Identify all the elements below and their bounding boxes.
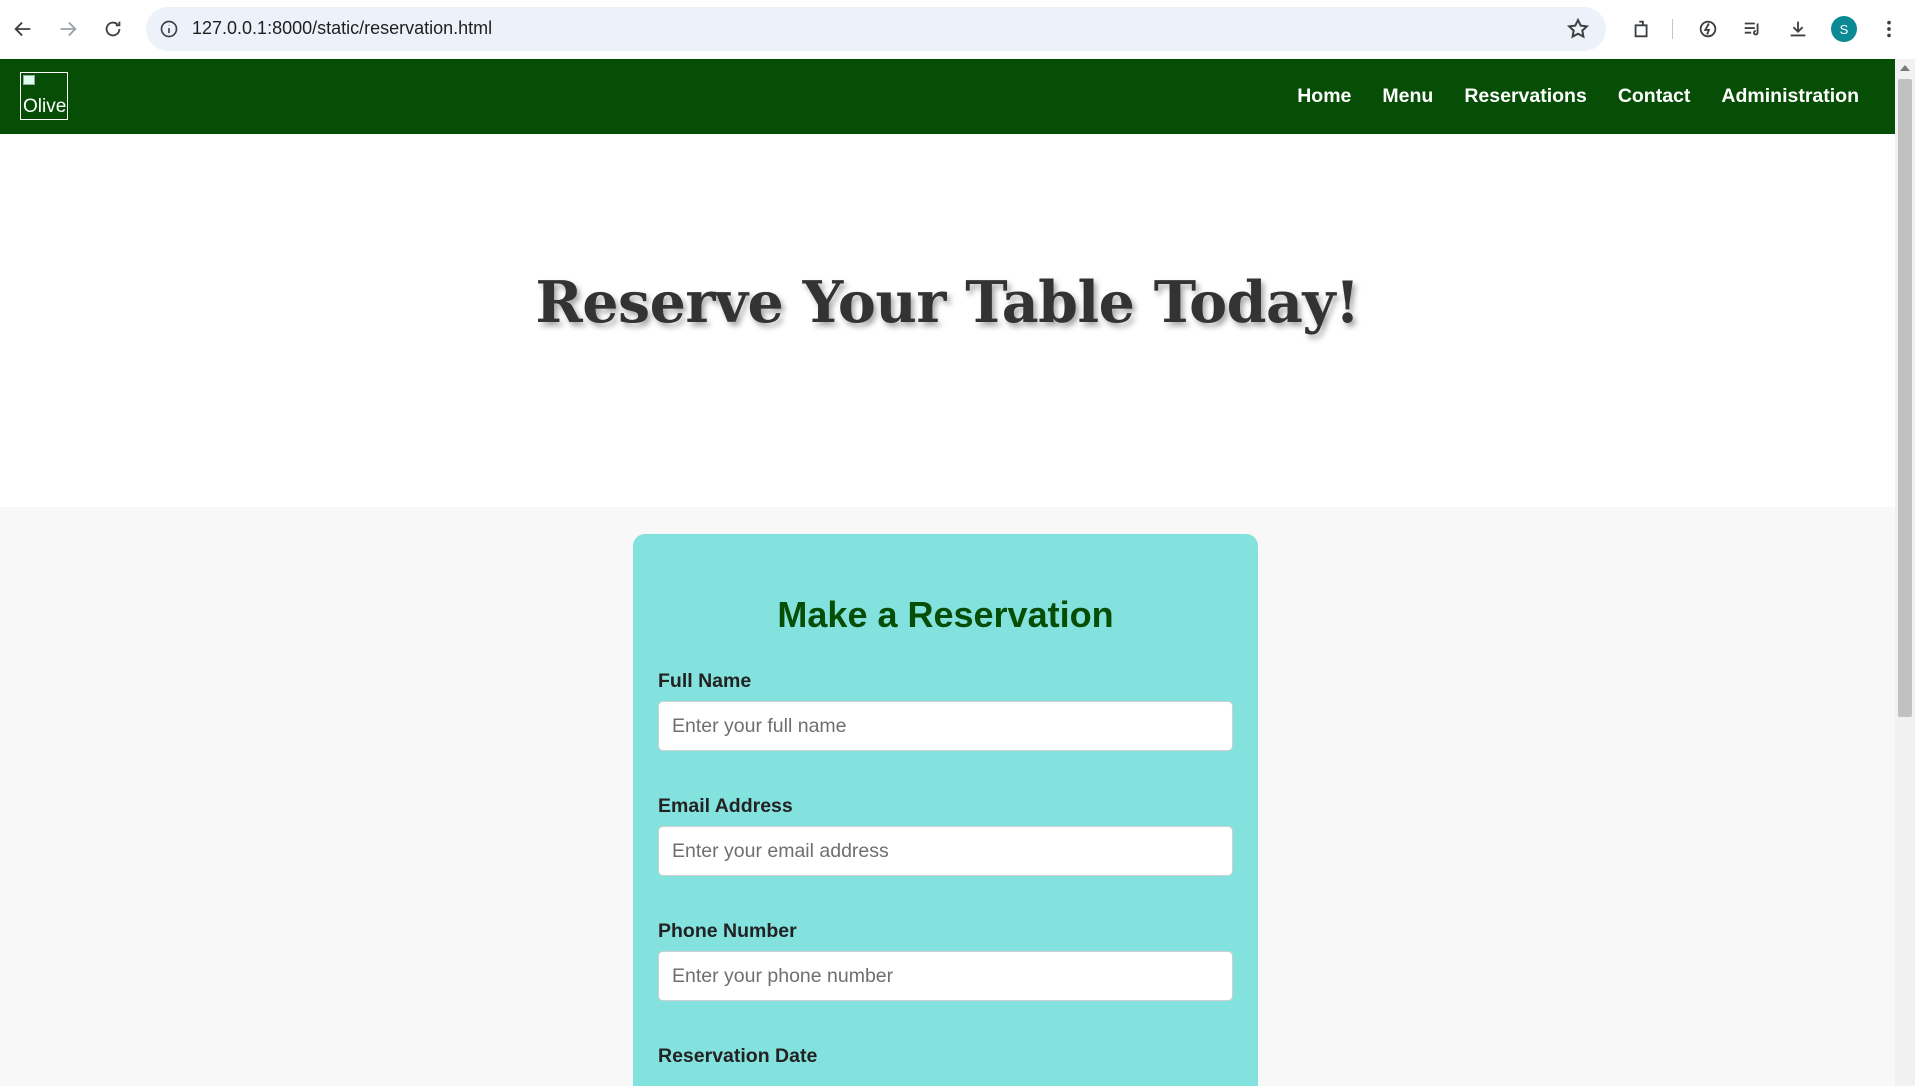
reservation-form-card: Make a Reservation Full Name Email Addre… — [633, 534, 1258, 1086]
nav-menu[interactable]: Menu — [1382, 85, 1433, 108]
address-bar[interactable]: 127.0.0.1:8000/static/reservation.html — [146, 7, 1606, 51]
site-header: Olive Home Menu Reservations Contact Adm… — [0, 59, 1895, 134]
toolbar-separator — [1672, 19, 1673, 39]
scroll-up-arrow-icon[interactable] — [1900, 65, 1910, 71]
logo-image[interactable]: Olive — [20, 72, 68, 120]
site-info-icon[interactable] — [156, 16, 182, 42]
more-options-icon[interactable] — [1874, 14, 1904, 44]
bookmark-star-icon[interactable] — [1566, 17, 1590, 41]
hero-title: Reserve Your Table Today! — [535, 269, 1360, 336]
forward-icon[interactable] — [49, 10, 87, 48]
reload-icon[interactable] — [94, 10, 132, 48]
hero-section: Reserve Your Table Today! — [0, 134, 1895, 507]
broken-image-icon — [23, 75, 35, 85]
performance-icon[interactable] — [1693, 14, 1723, 44]
nav-home[interactable]: Home — [1297, 85, 1351, 108]
email-label: Email Address — [658, 795, 793, 817]
form-title: Make a Reservation — [777, 594, 1114, 635]
nav-contact[interactable]: Contact — [1618, 85, 1691, 108]
full-name-input[interactable] — [658, 701, 1233, 751]
browser-toolbar: 127.0.0.1:8000/static/reservation.html S — [0, 0, 1915, 60]
extensions-icon[interactable] — [1627, 14, 1657, 44]
phone-label: Phone Number — [658, 920, 797, 942]
profile-avatar[interactable]: S — [1831, 16, 1857, 42]
full-name-label: Full Name — [658, 670, 752, 692]
page-scrollbar[interactable] — [1895, 59, 1915, 1086]
reservation-date-label: Reservation Date — [658, 1045, 818, 1067]
back-icon[interactable] — [4, 10, 42, 48]
nav-reservations[interactable]: Reservations — [1464, 85, 1586, 108]
scroll-thumb[interactable] — [1898, 79, 1912, 717]
main-nav: Home Menu Reservations Contact Administr… — [1297, 59, 1859, 134]
phone-input[interactable] — [658, 951, 1233, 1001]
email-input[interactable] — [658, 826, 1233, 876]
logo-alt-text: Olive — [23, 96, 67, 117]
media-control-icon[interactable] — [1738, 14, 1768, 44]
url-text[interactable]: 127.0.0.1:8000/static/reservation.html — [192, 18, 492, 39]
page-viewport: Olive Home Menu Reservations Contact Adm… — [0, 59, 1895, 1086]
nav-administration[interactable]: Administration — [1721, 85, 1859, 108]
download-icon[interactable] — [1783, 14, 1813, 44]
